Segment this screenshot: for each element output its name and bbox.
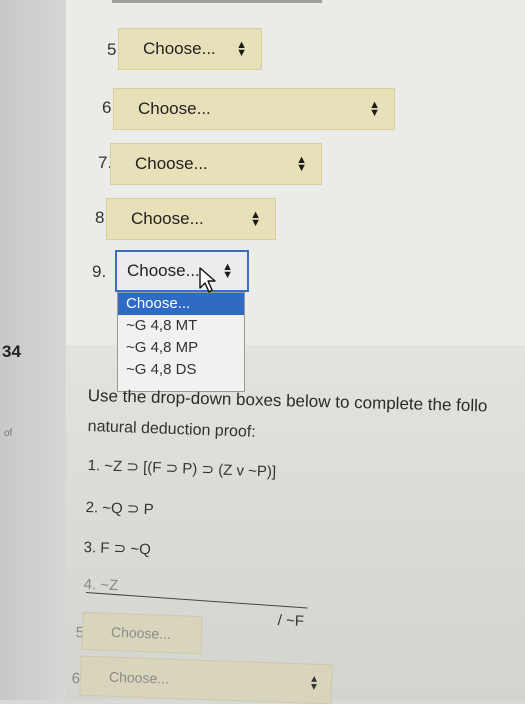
proof-step-6-select[interactable]: Choose... ▲ ▼	[79, 655, 333, 704]
premise-2: 2. ~Q ⊃ P	[85, 498, 154, 519]
row-9: 9.	[92, 262, 116, 282]
question-side-label: of	[4, 428, 13, 439]
select-arrows-icon: ▲ ▼	[308, 673, 320, 693]
select-value: Choose...	[131, 209, 204, 228]
row-number: 9.	[92, 262, 107, 281]
dropdown-option[interactable]: Choose...	[118, 293, 244, 315]
step-7-select[interactable]: Choose... ▲ ▼	[110, 143, 322, 185]
premise-3: 3. F ⊃ ~Q	[83, 538, 152, 559]
select-arrows-icon: ▲ ▼	[236, 39, 247, 59]
dropdown-option[interactable]: ~G 4,8 MT	[118, 315, 244, 337]
dropdown-option[interactable]: ~G 4,8 DS	[118, 359, 244, 381]
select-value: Choose...	[110, 623, 172, 643]
step-6-select[interactable]: Choose... ▲ ▼	[113, 88, 395, 130]
question-number: 34	[2, 342, 21, 361]
select-arrows-icon: ▲ ▼	[222, 261, 233, 281]
select-value: Choose...	[135, 154, 208, 173]
proof-conclusion: / ~F	[277, 612, 305, 630]
select-value: Choose...	[108, 668, 170, 687]
dropdown-option[interactable]: ~G 4,8 MP	[118, 337, 244, 359]
select-arrows-icon: ▲ ▼	[369, 99, 380, 119]
select-arrows-icon: ▲ ▼	[250, 209, 261, 229]
step-9-dropdown-menu: Choose... ~G 4,8 MT ~G 4,8 MP ~G 4,8 DS	[117, 292, 245, 392]
select-arrows-icon: ▲ ▼	[296, 154, 307, 174]
proof-step-5-select[interactable]: Choose...	[81, 611, 203, 655]
step-5-select[interactable]: Choose... ▲ ▼	[118, 28, 262, 70]
select-value: Choose...	[127, 261, 200, 280]
mouse-pointer-icon	[199, 267, 216, 293]
select-value: Choose...	[138, 99, 211, 118]
step-9-select[interactable]: Choose... ▲ ▼	[115, 250, 249, 292]
select-value: Choose...	[143, 39, 216, 58]
step-8-select[interactable]: Choose... ▲ ▼	[106, 198, 276, 240]
top-divider	[112, 0, 322, 3]
